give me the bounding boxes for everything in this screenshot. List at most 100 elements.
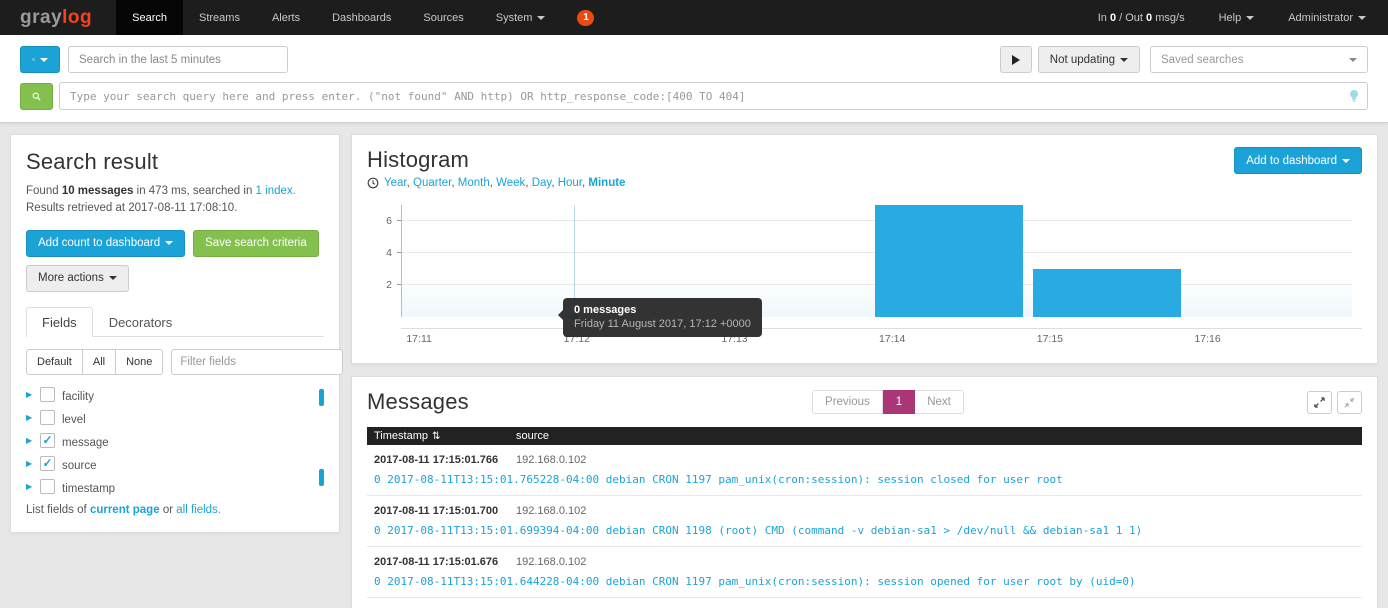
fields-all-button[interactable]: All <box>83 349 116 375</box>
logo-text-gray: gray <box>20 7 62 29</box>
add-count-to-dashboard-button[interactable]: Add count to dashboard <box>26 230 185 257</box>
collapse-messages-button[interactable] <box>1337 391 1362 414</box>
play-icon <box>1012 55 1020 65</box>
fields-none-button[interactable]: None <box>116 349 163 375</box>
add-to-dashboard-label: Add to dashboard <box>1246 155 1337 167</box>
list-fields-or: or <box>163 504 173 516</box>
field-row-facility[interactable]: ▶facility <box>26 387 314 402</box>
navbar-right: In 0 / Out 0 msg/s Help Administrator <box>1098 0 1388 35</box>
message-meta: 2017-08-11 17:15:01.700192.168.0.102 <box>367 496 1362 517</box>
resolution-minute[interactable]: Minute <box>588 177 625 189</box>
more-actions-button[interactable]: More actions <box>26 265 129 292</box>
fields-default-button[interactable]: Default <box>26 349 83 375</box>
message-timestamp: 2017-08-11 17:15:01.766 <box>374 454 516 466</box>
save-search-criteria-button[interactable]: Save search criteria <box>193 230 319 257</box>
nav-item-sources[interactable]: Sources <box>407 0 479 35</box>
throughput-in-label: In <box>1098 12 1107 24</box>
nav-item-dashboards[interactable]: Dashboards <box>316 0 407 35</box>
message-text: 0 2017-08-11T13:15:01.699394-04:00 debia… <box>367 517 1362 546</box>
all-fields-link[interactable]: all fields. <box>176 504 221 516</box>
graylog-logo[interactable]: graylog <box>0 0 116 35</box>
field-checkbox-timestamp[interactable] <box>40 479 55 494</box>
result-summary: Found 10 messages in 473 ms, searched in… <box>26 183 324 218</box>
resolution-week[interactable]: Week <box>496 177 525 189</box>
field-checkbox-source[interactable]: ✓ <box>40 456 55 471</box>
field-row-level[interactable]: ▶level <box>26 410 314 425</box>
resolution-month[interactable]: Month <box>458 177 490 189</box>
notification-badge[interactable]: 1 <box>577 10 594 26</box>
pagination-previous[interactable]: Previous <box>812 390 883 414</box>
field-row-timestamp[interactable]: ▶ timestamp <box>26 479 314 494</box>
histogram-chart[interactable]: 24617:1117:1217:1317:1417:1517:16 0 mess… <box>367 201 1362 349</box>
nav-item-streams[interactable]: Streams <box>183 0 256 35</box>
x-axis-line <box>401 328 1362 329</box>
throughput-out-label: / Out <box>1119 12 1143 24</box>
expand-field-icon[interactable]: ▶ <box>26 436 40 445</box>
message-row[interactable]: 2017-08-11 17:15:01.700192.168.0.1020 20… <box>367 496 1362 547</box>
refresh-interval-button[interactable]: Not updating <box>1038 46 1140 73</box>
lightbulb-icon[interactable] <box>1348 89 1360 103</box>
messages-table-body: 2017-08-11 17:15:01.766192.168.0.1020 20… <box>367 445 1362 608</box>
user-menu[interactable]: Administrator <box>1288 12 1366 24</box>
tab-fields[interactable]: Fields <box>26 307 93 337</box>
resolution-day[interactable]: Day <box>532 177 552 189</box>
sort-icon[interactable]: ⇅ <box>432 431 440 442</box>
field-label: timestamp <box>62 483 115 495</box>
histogram-bar-17:15[interactable] <box>1033 269 1181 317</box>
current-page-link[interactable]: current page <box>90 504 160 516</box>
nav-item-system[interactable]: System <box>480 0 562 35</box>
scrollbar-thumb[interactable] <box>319 389 324 406</box>
query-input[interactable] <box>59 82 1368 110</box>
expand-field-icon[interactable]: ▶ <box>26 459 40 468</box>
source-column-header[interactable]: source <box>516 430 549 442</box>
field-checkbox-facility[interactable] <box>40 387 55 402</box>
pagination-next[interactable]: Next <box>915 390 964 414</box>
pagination: Previous 1 Next <box>812 390 964 414</box>
message-row[interactable]: 2017-08-11 17:15:01.766192.168.0.1020 20… <box>367 445 1362 496</box>
pagination-page-1[interactable]: 1 <box>883 390 915 414</box>
saved-searches-select[interactable]: Saved searches <box>1150 46 1368 73</box>
resolution-quarter[interactable]: Quarter <box>413 177 451 189</box>
run-search-button[interactable] <box>1000 46 1032 73</box>
expand-field-icon[interactable]: ▶ <box>26 390 40 399</box>
logo-text-red: log <box>62 7 92 29</box>
field-checkbox-level[interactable] <box>40 410 55 425</box>
histogram-plot-area[interactable]: 24617:1117:1217:1317:1417:1517:16 <box>401 205 1352 317</box>
field-row-message[interactable]: ▶✓message <box>26 433 314 448</box>
expand-field-icon[interactable]: ▶ <box>26 413 40 422</box>
chevron-down-icon <box>109 276 117 280</box>
resolution-year[interactable]: Year <box>384 177 407 189</box>
field-row-source[interactable]: ▶✓source <box>26 456 314 471</box>
timestamp-column-header[interactable]: Timestamp ⇅ <box>374 430 516 442</box>
scrollbar-thumb[interactable] <box>319 469 324 486</box>
y-tick-mark <box>397 220 401 221</box>
list-fields-prefix: List fields of <box>26 504 87 516</box>
index-link[interactable]: 1 index. <box>256 185 296 197</box>
nav-item-alerts[interactable]: Alerts <box>256 0 316 35</box>
search-submit-button[interactable] <box>20 83 53 110</box>
chevron-down-icon <box>1349 58 1357 62</box>
tab-decorators[interactable]: Decorators <box>93 307 189 337</box>
chevron-down-icon <box>40 58 48 62</box>
clock-icon <box>367 177 379 189</box>
resolution-hour[interactable]: Hour <box>558 177 582 189</box>
expand-messages-button[interactable] <box>1307 391 1332 414</box>
message-row[interactable]: 2017-08-11 17:14:37.645192.168.0.1020 20… <box>367 598 1362 608</box>
histogram-bar-17:14[interactable] <box>875 205 1023 317</box>
filter-fields-input[interactable] <box>171 349 343 375</box>
field-checkbox-message[interactable]: ✓ <box>40 433 55 448</box>
message-row[interactable]: 2017-08-11 17:15:01.676192.168.0.1020 20… <box>367 547 1362 598</box>
timerange-type-button[interactable] <box>20 46 60 73</box>
timerange-input[interactable] <box>68 46 288 73</box>
help-menu[interactable]: Help <box>1219 12 1255 24</box>
message-meta: 2017-08-11 17:14:37.645192.168.0.102 <box>367 598 1362 608</box>
field-list: ▶facility▶level▶✓message▶✓source▶timesta… <box>26 387 324 494</box>
throughput-in-value: 0 <box>1110 12 1116 24</box>
nav-item-search[interactable]: Search <box>116 0 183 35</box>
field-preset-buttons: Default All None <box>26 349 163 375</box>
expand-field-icon[interactable]: ▶ <box>26 482 40 491</box>
add-to-dashboard-button[interactable]: Add to dashboard <box>1234 147 1362 174</box>
message-timestamp: 2017-08-11 17:15:01.700 <box>374 505 516 517</box>
timestamp-header-label: Timestamp <box>374 430 428 442</box>
collapse-icon <box>1344 397 1355 408</box>
